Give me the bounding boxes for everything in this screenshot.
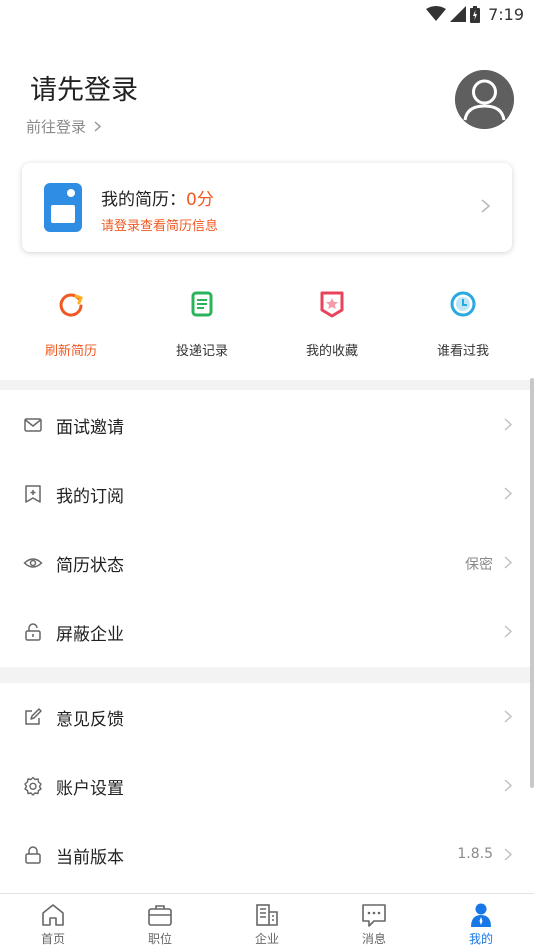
- document-icon: [191, 291, 213, 317]
- briefcase-icon: [148, 905, 172, 926]
- resume-score: 0分: [186, 190, 214, 210]
- quick-action-label: 我的收藏: [305, 344, 358, 359]
- page-title: 请先登录: [30, 75, 138, 106]
- nav-item-messages[interactable]: 消息: [321, 902, 427, 947]
- nav-label: 企业: [254, 932, 279, 946]
- menu-item-subscriptions[interactable]: 我的订阅: [0, 460, 534, 528]
- user-avatar-icon: [455, 70, 514, 129]
- menu-item-label: 当前版本: [56, 848, 124, 868]
- login-link[interactable]: 前往登录: [26, 116, 102, 137]
- building-icon: [256, 904, 278, 926]
- scrollbar[interactable]: [530, 378, 534, 788]
- chevron-right-icon: [504, 848, 512, 861]
- wifi-icon: [426, 6, 447, 21]
- edit-icon: [25, 708, 42, 725]
- quick-action-favorites[interactable]: 我的收藏: [272, 290, 392, 359]
- menu-item-label: 意见反馈: [56, 710, 124, 730]
- subscribe-icon: [25, 485, 41, 503]
- resume-hint: 请登录查看简历信息: [101, 219, 219, 234]
- menu-item-blocked-companies[interactable]: 屏蔽企业: [0, 598, 534, 666]
- quick-actions: 刷新简历 投递记录 我的收藏 谁看过我: [0, 290, 534, 370]
- nav-label: 职位: [147, 932, 172, 946]
- person-icon: [471, 903, 491, 927]
- avatar[interactable]: [455, 70, 514, 129]
- chevron-right-icon: [94, 121, 102, 132]
- chevron-right-icon: [504, 625, 512, 638]
- chevron-right-icon: [504, 418, 512, 431]
- menu-item-current-version[interactable]: 当前版本 1.8.5: [0, 821, 534, 889]
- login-link-label: 前往登录: [26, 118, 87, 136]
- mail-icon: [24, 418, 42, 432]
- battery-icon: [470, 5, 481, 23]
- menu-item-label: 我的订阅: [56, 487, 124, 507]
- resume-icon: [44, 183, 82, 232]
- menu-item-interview-invites[interactable]: 面试邀请: [0, 391, 534, 459]
- resume-status-value: 保密: [465, 557, 493, 573]
- lock-icon: [25, 846, 41, 864]
- menu-item-label: 账户设置: [56, 779, 124, 799]
- nav-label: 首页: [40, 932, 65, 946]
- chevron-right-icon: [504, 487, 512, 500]
- nav-label: 我的: [468, 932, 493, 946]
- menu-item-feedback[interactable]: 意见反馈: [0, 683, 534, 751]
- nav-item-jobs[interactable]: 职位: [107, 902, 213, 947]
- chevron-right-icon: [504, 779, 512, 792]
- status-time: 7:19: [488, 4, 524, 24]
- home-icon: [42, 904, 64, 926]
- chevron-right-icon: [504, 710, 512, 723]
- quick-action-label: 刷新简历: [44, 344, 97, 359]
- nav-item-profile[interactable]: 我的: [428, 902, 534, 947]
- menu-item-label: 简历状态: [56, 556, 124, 576]
- gear-icon: [24, 776, 42, 796]
- chevron-right-icon: [481, 199, 490, 213]
- menu-item-resume-status[interactable]: 简历状态 保密: [0, 529, 534, 597]
- section-divider: [0, 380, 534, 390]
- quick-action-who-viewed-me[interactable]: 谁看过我: [403, 290, 523, 359]
- resume-title-label: 我的简历：: [101, 190, 186, 210]
- nav-item-companies[interactable]: 企业: [214, 902, 320, 947]
- resume-card[interactable]: 我的简历： 0分 请登录查看简历信息: [22, 163, 512, 252]
- quick-action-delivery-records[interactable]: 投递记录: [142, 290, 262, 359]
- favorite-icon: [320, 291, 344, 318]
- bottom-nav: 首页 职位 企业 消息 我的: [0, 893, 534, 950]
- nav-item-home[interactable]: 首页: [0, 902, 106, 947]
- version-value: 1.8.5: [457, 846, 493, 862]
- nav-label: 消息: [361, 932, 386, 946]
- clock-icon: [450, 291, 476, 317]
- menu-item-account-settings[interactable]: 账户设置: [0, 752, 534, 820]
- chevron-right-icon: [504, 556, 512, 569]
- refresh-icon: [59, 293, 83, 317]
- status-bar: 7:19: [0, 0, 534, 28]
- menu-item-label: 屏蔽企业: [56, 625, 124, 645]
- section-divider: [0, 667, 534, 683]
- resume-title: 我的简历： 0分: [101, 185, 214, 210]
- status-icons: 7:19: [426, 4, 524, 24]
- unlock-icon: [25, 623, 41, 641]
- menu-item-label: 面试邀请: [56, 418, 124, 438]
- message-icon: [362, 904, 386, 927]
- eye-icon: [23, 558, 43, 568]
- quick-action-label: 谁看过我: [436, 344, 489, 359]
- signal-icon: [450, 6, 467, 22]
- quick-action-label: 投递记录: [175, 344, 228, 359]
- quick-action-refresh-resume[interactable]: 刷新简历: [11, 290, 131, 359]
